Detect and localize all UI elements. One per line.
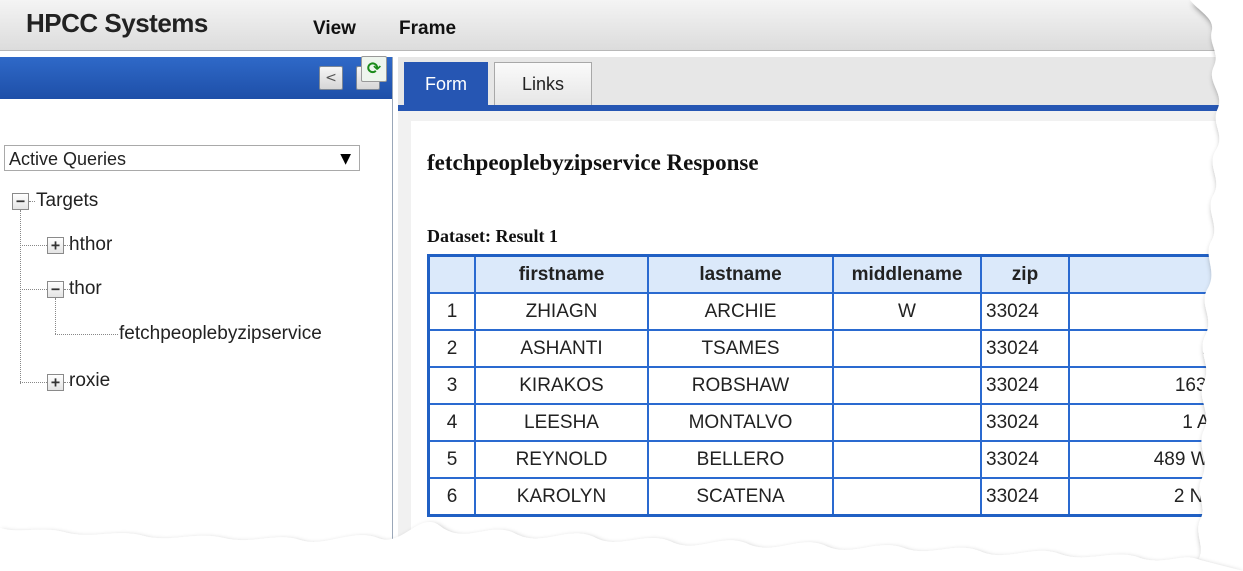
torn-edge-right	[1190, 0, 1243, 571]
torn-edge-bottom	[0, 522, 1243, 571]
torn-edge-overlay	[0, 0, 1243, 571]
